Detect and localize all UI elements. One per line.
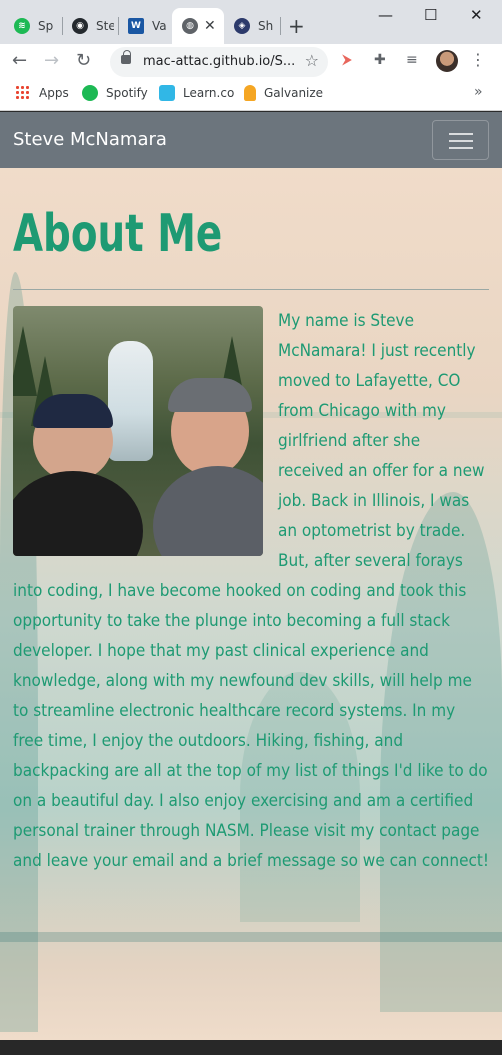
bookmark-star-icon[interactable]: ☆ — [305, 51, 319, 70]
close-window-button[interactable]: ✕ — [470, 6, 483, 24]
bookmark-label: Spotify — [106, 86, 148, 100]
navbar-toggler-button[interactable] — [432, 120, 489, 160]
tab-label: Sh — [258, 19, 274, 33]
tab-label: Va — [152, 19, 167, 33]
page-bottom-strip — [0, 1040, 502, 1055]
url-text[interactable]: mac-attac.github.io/S... — [143, 54, 295, 69]
bookmark-spotify[interactable]: Spotify — [82, 85, 148, 101]
media-queue-icon[interactable]: ≡ — [406, 52, 418, 68]
tab-label: Ste — [96, 19, 114, 33]
puzzle-extensions-icon[interactable]: ✚ — [374, 52, 386, 68]
tab-w3schools[interactable]: W Va — [118, 8, 172, 44]
site-brand[interactable]: Steve McNamara — [13, 129, 167, 150]
hamburger-line — [449, 147, 473, 149]
divider — [13, 289, 489, 290]
hamburger-line — [449, 140, 473, 142]
forward-icon[interactable]: → — [44, 50, 59, 71]
new-tab-button[interactable]: + — [288, 14, 305, 38]
reload-icon[interactable]: ↻ — [76, 50, 91, 71]
tab-spotify[interactable]: ≋ Sp — [4, 8, 60, 44]
tab-label: Sp — [38, 19, 54, 33]
menu-icon[interactable]: ⋮ — [470, 50, 486, 69]
tab-github[interactable]: ◉ Ste — [62, 8, 118, 44]
bookmark-apps[interactable]: Apps — [15, 85, 69, 101]
github-icon: ◉ — [72, 18, 88, 34]
tab-active[interactable]: ◍ ✕ — [172, 8, 224, 44]
tab-separator — [280, 17, 281, 35]
site-navbar: Steve McNamara — [0, 112, 502, 168]
page-content: Steve McNamara About Me My name is Steve… — [0, 112, 502, 1040]
bookmark-galvanize[interactable]: Galvanize — [244, 85, 323, 101]
owl-icon: ◈ — [234, 18, 250, 34]
bookmark-label: Galvanize — [264, 86, 324, 100]
extension-icon[interactable]: ⮞ — [342, 52, 352, 68]
maximize-button[interactable]: ☐ — [424, 6, 437, 24]
about-section: My name is Steve McNamara! I just recent… — [13, 306, 489, 876]
background-streak — [0, 932, 502, 942]
galvanize-icon — [244, 85, 256, 101]
bookmark-label: Apps — [39, 86, 69, 100]
lock-icon — [121, 50, 131, 64]
globe-icon: ◍ — [182, 18, 198, 34]
profile-avatar[interactable] — [436, 50, 458, 72]
bookmark-label: Learn.co — [183, 86, 235, 100]
tab-owl[interactable]: ◈ Sh — [224, 8, 280, 44]
minimize-button[interactable]: — — [378, 6, 393, 24]
w3schools-icon: W — [128, 18, 144, 34]
bookmarks-overflow-icon[interactable]: » — [474, 84, 483, 100]
tab-strip: ≋ Sp ◉ Ste W Va ◍ ✕ ◈ Sh + — ☐ ✕ — [0, 0, 502, 44]
learn-icon — [159, 85, 175, 101]
apps-grid-icon — [15, 85, 31, 101]
bookmarks-bar: Apps Spotify Learn.co Galvanize » — [0, 78, 502, 111]
page-title: About Me — [13, 204, 223, 264]
bookmark-learn[interactable]: Learn.co — [159, 85, 234, 101]
photo-spacer — [13, 306, 263, 556]
address-bar[interactable]: mac-attac.github.io/S... ☆ — [110, 47, 328, 77]
browser-toolbar: ← → ↻ mac-attac.github.io/S... ☆ ⮞ ✚ ≡ ⋮ — [0, 44, 502, 78]
spotify-icon — [82, 85, 98, 101]
spotify-icon: ≋ — [14, 18, 30, 34]
close-tab-icon[interactable]: ✕ — [204, 18, 216, 34]
back-icon[interactable]: ← — [12, 50, 27, 71]
hamburger-line — [449, 133, 473, 135]
